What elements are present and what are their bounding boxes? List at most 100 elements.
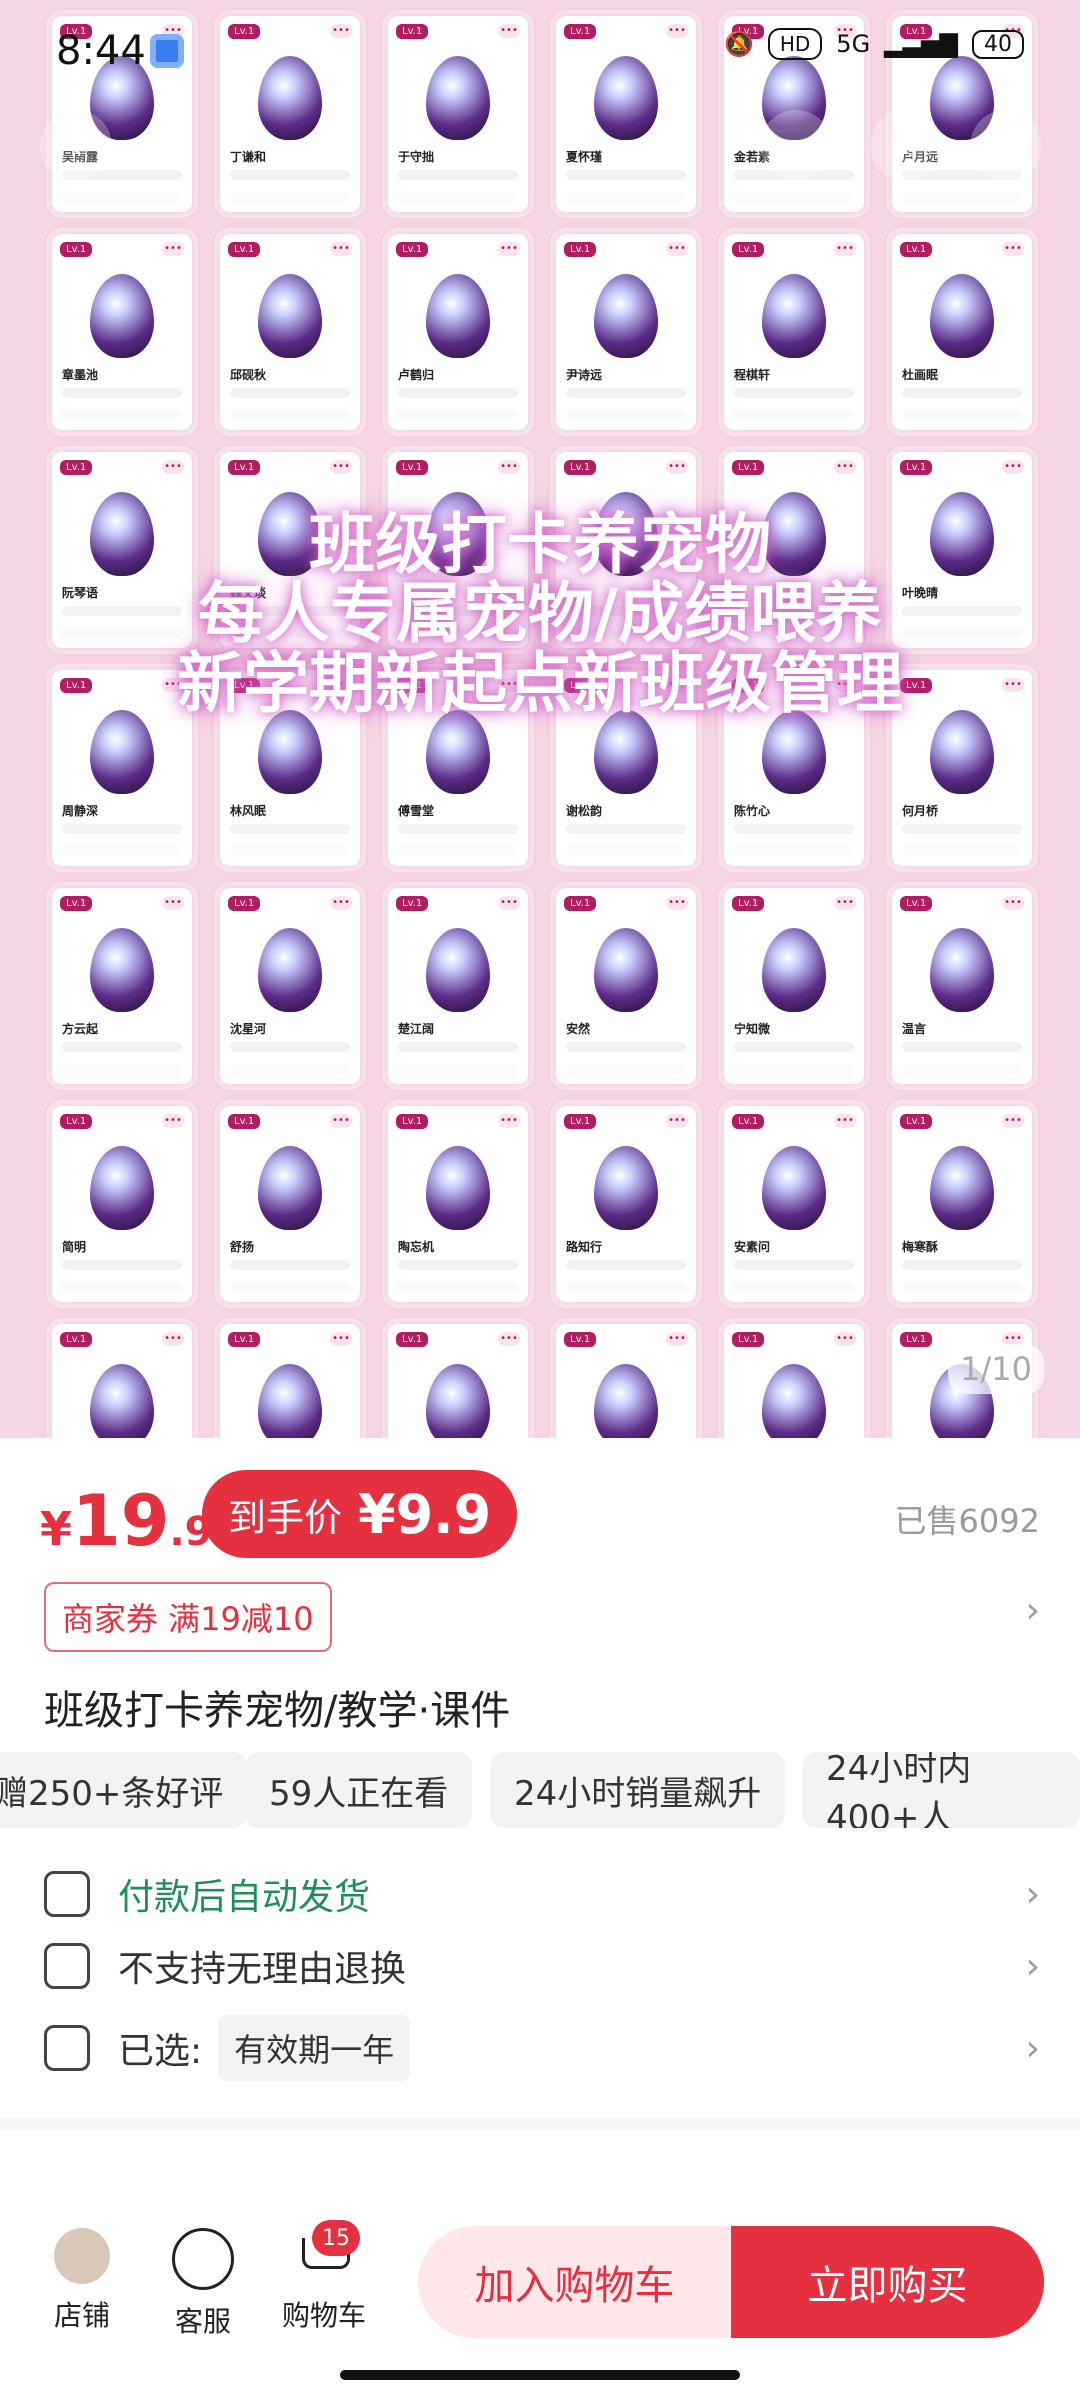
progress-line <box>566 1042 686 1052</box>
card-footer <box>734 410 854 420</box>
search-button[interactable]: ⌕ <box>760 110 832 182</box>
tag-strip: 赠250+条好评 59人正在看 24小时销量飙升 24小时内400+人 <box>0 1752 1080 1828</box>
level-badge: Lv.1 <box>900 896 933 911</box>
service-label: 客服 <box>174 2305 231 2338</box>
more-icon: ••• <box>1002 896 1024 910</box>
progress-line <box>734 1260 854 1270</box>
card-footer <box>398 1282 518 1292</box>
product-image-banner[interactable]: Lv.1 ••• 吴雨露 Lv.1 ••• 丁谦和 Lv.1 ••• 于守拙 Lv.1 ••• 夏怀瑾… <box>0 0 1080 1438</box>
card-footer <box>230 1282 350 1292</box>
selected-value-chip[interactable]: 有效期一年 <box>218 2015 411 2081</box>
delivery-row[interactable]: 付款后自动发货 › <box>44 1864 1040 1924</box>
level-badge: Lv.1 <box>564 896 597 911</box>
pet-card-name: 谢松韵 <box>566 804 603 818</box>
pet-card: Lv.1 ••• 楚江阔 <box>388 888 528 1084</box>
level-badge: Lv.1 <box>60 460 93 475</box>
product-title: 班级打卡养宠物/教学·课件 <box>44 1688 511 1734</box>
pet-card-name: 章墨池 <box>62 368 99 382</box>
progress-line <box>734 388 854 398</box>
pet-card-name: 程棋轩 <box>734 368 771 382</box>
pet-card-name: 方云起 <box>62 1022 99 1036</box>
progress-line <box>902 1260 1022 1270</box>
back-button[interactable]: ‹ <box>40 110 112 182</box>
mute-icon: 🔕 <box>723 30 754 58</box>
shop-label: 店铺 <box>53 2299 110 2332</box>
level-badge: Lv.1 <box>732 460 765 475</box>
more-icon: ••• <box>162 896 184 910</box>
chat-bubble-icon <box>172 2228 234 2290</box>
cube-icon <box>44 1871 90 1917</box>
bottom-action-bar: 店铺 客服 15 购物车 加入购物车 立即购买 <box>0 2212 1080 2362</box>
level-badge: Lv.1 <box>396 896 429 911</box>
banner-text-overlay: 班级打卡养宠物 每人专属宠物/成绩喂养 新学期新起点新班级管理 <box>0 510 1080 718</box>
pet-card-grid: Lv.1 ••• 吴雨露 Lv.1 ••• 丁谦和 Lv.1 ••• 于守拙 Lv.1 ••• 夏怀瑾… <box>52 16 1032 1438</box>
pet-egg-image <box>762 274 826 358</box>
pet-egg-image <box>594 1146 658 1230</box>
pet-egg-image <box>90 1364 154 1438</box>
pet-egg-image <box>258 1146 322 1230</box>
shop-button[interactable]: 店铺 <box>34 2228 130 2334</box>
pet-card: Lv.1 ••• <box>388 1324 528 1438</box>
share-button[interactable]: ⤴ <box>970 110 1042 182</box>
progress-line <box>902 1042 1022 1052</box>
level-badge: Lv.1 <box>900 242 933 257</box>
tag-viewing[interactable]: 59人正在看 <box>245 1752 473 1828</box>
tag-reviews[interactable]: 赠250+条好评 <box>0 1752 248 1828</box>
level-badge: Lv.1 <box>732 1332 765 1347</box>
selected-spec-row[interactable]: 已选: 有效期一年 › <box>44 2015 1040 2081</box>
tag-recent-buyers[interactable]: 24小时内400+人 <box>802 1752 1080 1828</box>
more-icon: ••• <box>666 460 688 474</box>
level-badge: Lv.1 <box>396 460 429 475</box>
level-badge: Lv.1 <box>228 1332 261 1347</box>
pet-card-name: 林风眠 <box>230 804 267 818</box>
card-footer <box>902 410 1022 420</box>
pet-card: Lv.1 ••• 路知行 <box>556 1106 696 1302</box>
pet-card: Lv.1 ••• 卢鹤归 <box>388 234 528 430</box>
pet-egg-image <box>594 274 658 358</box>
progress-line <box>902 388 1022 398</box>
progress-line <box>902 824 1022 834</box>
progress-line <box>566 388 686 398</box>
more-icon: ••• <box>666 242 688 256</box>
chevron-right-icon[interactable]: › <box>1026 1946 1040 1987</box>
pet-egg-image <box>762 928 826 1012</box>
progress-line <box>230 170 350 180</box>
tag-sales-rising[interactable]: 24小时销量飙升 <box>490 1752 786 1828</box>
pet-card-name: 舒扬 <box>230 1240 255 1254</box>
pet-card-name: 尹诗远 <box>566 368 603 382</box>
progress-line <box>398 1260 518 1270</box>
chevron-right-icon[interactable]: › <box>1026 2028 1040 2069</box>
card-footer <box>734 192 854 202</box>
level-badge: Lv.1 <box>396 1332 429 1347</box>
pet-card-name: 周静深 <box>62 804 99 818</box>
shop-avatar-icon <box>54 2228 110 2284</box>
customer-service-button[interactable]: 客服 <box>155 2228 251 2340</box>
pet-card-name: 杜画眠 <box>902 368 939 382</box>
pet-card-name: 安然 <box>566 1022 591 1036</box>
chevron-right-icon[interactable]: › <box>1026 1590 1040 1631</box>
image-counter: 1/10 <box>948 1344 1044 1394</box>
pet-egg-image <box>426 710 490 794</box>
card-footer <box>230 1064 350 1074</box>
share-icon: ⤴ <box>986 127 1026 173</box>
shopping-cart-icon: 15 <box>296 2220 360 2284</box>
more-icon: ••• <box>330 1114 352 1128</box>
favorite-button[interactable]: ☆ <box>870 110 942 182</box>
progress-line <box>566 170 686 180</box>
hd-badge: HD <box>767 28 823 60</box>
add-to-cart-button[interactable]: 加入购物车 <box>418 2226 731 2338</box>
more-icon: ••• <box>834 460 856 474</box>
status-icons: 🔕 HD 5G ▂▃▅▇ 40 <box>724 28 1024 60</box>
chevron-right-icon[interactable]: › <box>1026 1874 1040 1915</box>
buy-now-button[interactable]: 立即购买 <box>731 2226 1044 2338</box>
level-badge: Lv.1 <box>564 1332 597 1347</box>
progress-line <box>398 170 518 180</box>
level-badge: Lv.1 <box>60 1114 93 1129</box>
delivery-text: 付款后自动发货 <box>118 1877 371 1918</box>
level-badge: Lv.1 <box>396 1114 429 1129</box>
status-time: 8:44 <box>56 28 146 74</box>
return-policy-row[interactable]: 不支持无理由退换 › <box>44 1936 1040 1996</box>
cart-button[interactable]: 15 购物车 <box>276 2220 372 2334</box>
coupon-tag[interactable]: 商家券 满19减10 <box>44 1582 332 1652</box>
more-icon: ••• <box>162 242 184 256</box>
